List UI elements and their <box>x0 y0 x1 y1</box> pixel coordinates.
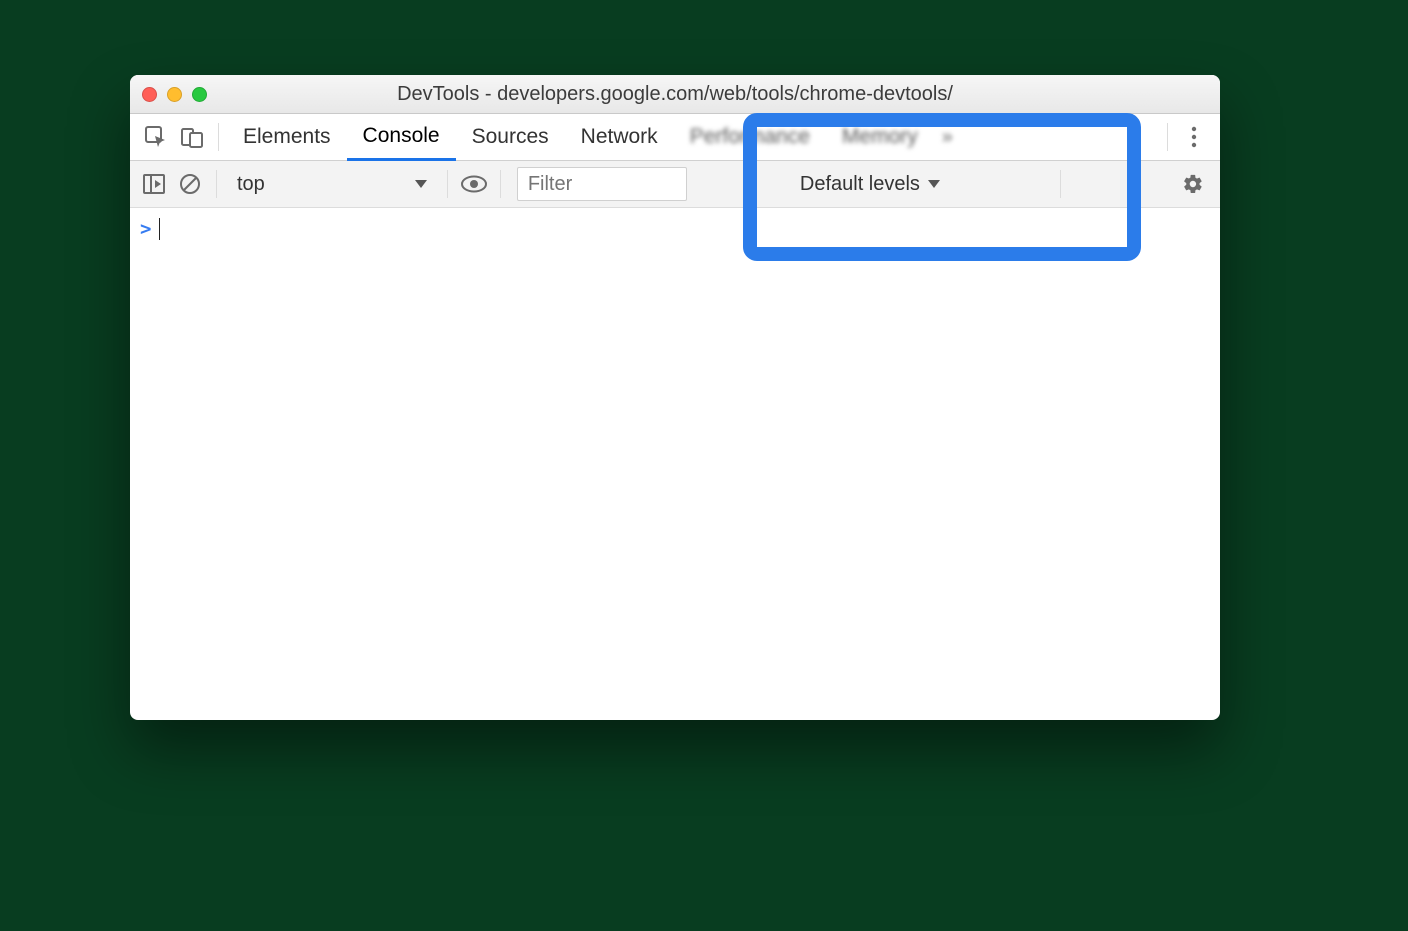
console-settings-icon[interactable] <box>1172 161 1214 208</box>
log-levels-selector[interactable]: Default levels <box>790 173 950 196</box>
separator <box>500 170 501 198</box>
levels-label: Default levels <box>800 173 920 196</box>
tab-performance[interactable]: Performance <box>674 114 826 161</box>
titlebar: DevTools - developers.google.com/web/too… <box>130 75 1220 114</box>
context-label: top <box>237 173 265 196</box>
minimize-window-button[interactable] <box>167 87 182 102</box>
device-toolbar-icon[interactable] <box>174 114 210 161</box>
live-expression-icon[interactable] <box>456 161 492 208</box>
more-options-icon[interactable] <box>1176 114 1212 161</box>
zoom-window-button[interactable] <box>192 87 207 102</box>
separator <box>447 170 448 198</box>
dropdown-caret-icon <box>415 180 427 188</box>
separator <box>1167 123 1168 151</box>
tab-sources[interactable]: Sources <box>456 114 565 161</box>
devtools-window: DevTools - developers.google.com/web/too… <box>130 75 1220 720</box>
tab-memory[interactable]: Memory <box>826 114 934 161</box>
more-tabs-icon[interactable]: » <box>934 126 961 149</box>
toggle-console-sidebar-icon[interactable] <box>136 161 172 208</box>
tab-elements[interactable]: Elements <box>227 114 347 161</box>
console-body[interactable]: > <box>130 208 1220 250</box>
tabstrip: Elements Console Sources Network Perform… <box>130 114 1220 161</box>
close-window-button[interactable] <box>142 87 157 102</box>
filter-input[interactable] <box>517 167 687 201</box>
tab-console[interactable]: Console <box>347 114 456 161</box>
console-toolbar: top Default levels <box>130 161 1220 208</box>
execution-context-selector[interactable]: top <box>225 167 439 201</box>
text-cursor <box>159 218 160 240</box>
dropdown-caret-icon <box>928 180 940 188</box>
prompt-caret-icon: > <box>140 218 151 240</box>
separator <box>216 170 217 198</box>
inspect-element-icon[interactable] <box>138 114 174 161</box>
window-title: DevTools - developers.google.com/web/too… <box>130 83 1220 106</box>
tab-network[interactable]: Network <box>565 114 674 161</box>
traffic-lights <box>142 87 207 102</box>
separator <box>218 123 219 151</box>
separator <box>1060 170 1061 198</box>
clear-console-icon[interactable] <box>172 161 208 208</box>
